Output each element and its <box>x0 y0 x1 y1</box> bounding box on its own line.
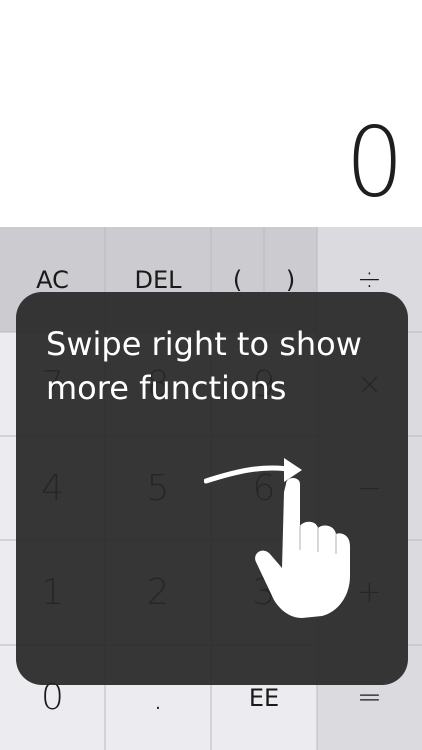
display-panel: 0 <box>0 0 422 227</box>
tutorial-overlay[interactable]: Swipe right to show more functions <box>16 292 408 685</box>
swipe-right-hand-icon <box>204 458 350 618</box>
display-value: 0 <box>345 106 404 219</box>
tutorial-text: Swipe right to show more functions <box>46 325 362 407</box>
